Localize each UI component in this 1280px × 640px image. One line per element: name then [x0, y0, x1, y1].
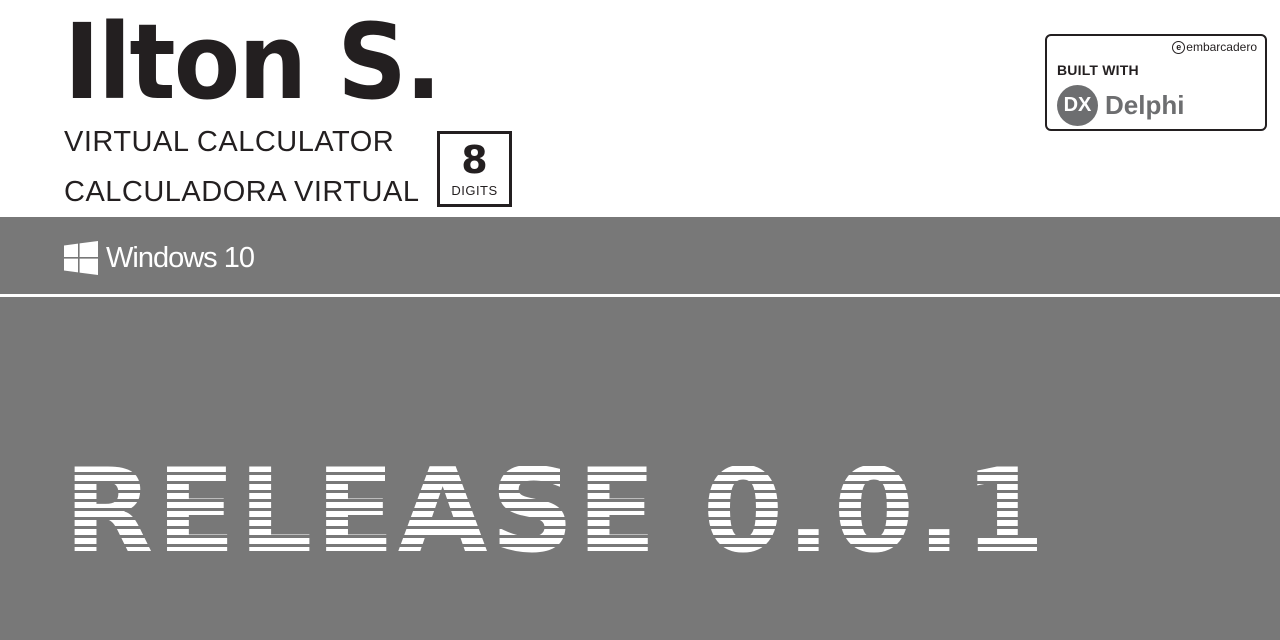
release-area: RELEASE 0.0.1	[0, 297, 1280, 640]
header: Ilton S. VIRTUAL CALCULATOR CALCULADORA …	[0, 0, 1280, 217]
digits-label: DIGITS	[451, 183, 498, 198]
built-with-label: BUILT WITH	[1057, 62, 1139, 78]
digits-count: 8	[461, 138, 488, 182]
embarcadero-e-icon: e	[1172, 40, 1186, 54]
os-label: Windows 10	[106, 242, 255, 274]
digits-badge: 8 DIGITS	[437, 131, 512, 207]
built-with-delphi-badge: e embarcadero BUILT WITH DX Delphi	[1045, 34, 1267, 131]
subtitle-portuguese: CALCULADORA VIRTUAL	[64, 176, 420, 208]
windows-logo-icon	[64, 241, 98, 275]
vendor-logo: e embarcadero	[1172, 40, 1257, 54]
dx-icon: DX	[1057, 85, 1098, 126]
brand-title: Ilton S.	[64, 1, 442, 123]
vendor-name: embarcadero	[1186, 40, 1257, 54]
subtitle-english: VIRTUAL CALCULATOR	[64, 126, 395, 158]
product-name: Delphi	[1105, 90, 1185, 120]
release-version: RELEASE 0.0.1	[64, 444, 1048, 579]
os-band: Windows 10	[0, 217, 1280, 294]
